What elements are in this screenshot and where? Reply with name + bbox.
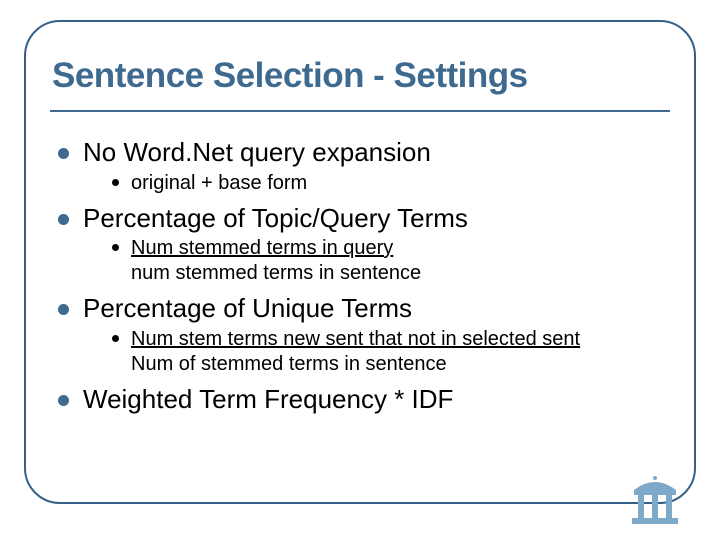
sublist-line1: Num stemmed terms in query [131,237,393,259]
bullet-icon [112,244,119,251]
sublist-text: original + base form [131,171,307,196]
sublist-line1: Num stem terms new sent that not in sele… [131,328,580,350]
list-item: Weighted Term Frequency * IDF [58,383,662,416]
sublist: Num stem terms new sent that not in sele… [112,327,662,377]
bullet-icon [112,335,119,342]
bullet-icon [58,304,69,315]
list-item-text: No Word.Net query expansion [83,136,431,169]
sublist-line2: num stemmed terms in sentence [131,262,421,284]
list-item-text: Percentage of Topic/Query Terms [83,202,468,235]
bullet-icon [58,395,69,406]
slide-title: Sentence Selection - Settings [52,56,668,96]
unc-old-well-icon [626,472,684,528]
list-item-text: Weighted Term Frequency * IDF [83,383,453,416]
list-item: Percentage of Unique Terms [58,292,662,325]
slide-content: No Word.Net query expansion original + b… [58,130,662,480]
sublist-line1: original + base form [131,172,307,194]
sublist-text: Num stemmed terms in query num stemmed t… [131,236,421,286]
title-underline [50,110,670,112]
slide: Sentence Selection - Settings No Word.Ne… [0,0,720,540]
sublist: original + base form [112,171,662,196]
list-item-text: Percentage of Unique Terms [83,292,412,325]
bullet-icon [58,148,69,159]
list-item: No Word.Net query expansion [58,136,662,169]
sublist-item: original + base form [112,171,662,196]
sublist-text: Num stem terms new sent that not in sele… [131,327,580,377]
bullet-icon [112,179,119,186]
sublist-line2: Num of stemmed terms in sentence [131,353,447,375]
sublist-item: Num stemmed terms in query num stemmed t… [112,236,662,286]
sublist: Num stemmed terms in query num stemmed t… [112,236,662,286]
bullet-icon [58,214,69,225]
list-item: Percentage of Topic/Query Terms [58,202,662,235]
sublist-item: Num stem terms new sent that not in sele… [112,327,662,377]
